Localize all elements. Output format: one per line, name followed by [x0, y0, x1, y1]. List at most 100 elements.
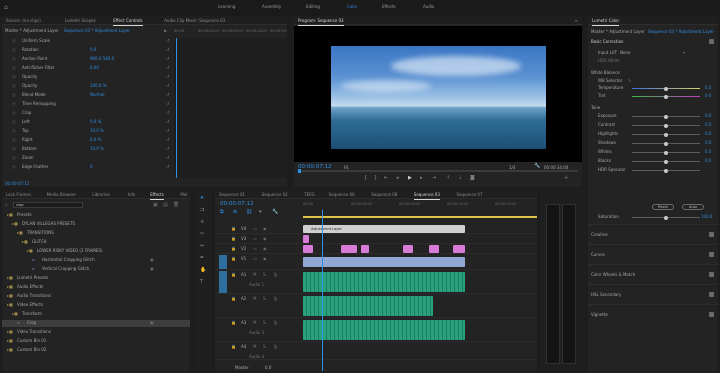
- razor-tool-icon[interactable]: ✂: [200, 232, 204, 237]
- reset-param-icon[interactable]: ↺: [166, 164, 169, 169]
- tone-slider[interactable]: [632, 114, 700, 119]
- track-lock-icon[interactable]: 🔒: [231, 296, 236, 301]
- reset-param-icon[interactable]: ↺: [166, 119, 169, 124]
- lumetri-section[interactable]: HSL Secondary: [588, 284, 718, 304]
- reset-param-icon[interactable]: ↺: [166, 38, 169, 43]
- effects-list-item[interactable]: ▸■ Transform: [2, 311, 190, 318]
- track-target[interactable]: [219, 271, 227, 293]
- video-clip[interactable]: [361, 245, 369, 253]
- track-target[interactable]: [219, 225, 227, 233]
- tone-value[interactable]: 0.0: [705, 131, 711, 136]
- timeline-tab[interactable]: TERS: [304, 192, 314, 197]
- tone-knob[interactable]: [664, 123, 668, 128]
- stopwatch-icon[interactable]: ◷: [12, 56, 16, 61]
- mark-out-icon[interactable]: }: [374, 176, 377, 181]
- step-forward-icon[interactable]: ▸: [420, 176, 423, 181]
- stopwatch-icon[interactable]: ◷: [12, 128, 16, 133]
- effects-list-item[interactable]: ▸■ Lumetri Presets: [2, 275, 190, 282]
- saturation-value[interactable]: 100.0: [701, 214, 712, 219]
- video-clip[interactable]: [303, 235, 309, 243]
- workspace-tab-learning[interactable]: Learning: [218, 4, 235, 9]
- ec-property-value[interactable]: 10.0 %: [90, 146, 104, 151]
- ec-property-value[interactable]: 0.0 %: [90, 119, 101, 124]
- effects-list-item[interactable]: ▸■ Audio Effects: [2, 284, 190, 291]
- effects-list-item[interactable]: ▸■ DYLAN VILLEGAS PRESETS: [2, 221, 190, 228]
- effects-list-item[interactable]: ▸■ Custom Bin 01: [2, 338, 190, 345]
- lift-icon[interactable]: ⇡: [446, 176, 450, 181]
- stopwatch-icon[interactable]: ◷: [12, 47, 16, 52]
- track-sync-icon[interactable]: ▭: [253, 246, 257, 251]
- white-balance-header[interactable]: White Balance: [588, 70, 718, 77]
- wrench-icon[interactable]: 🔧: [534, 164, 540, 169]
- lumetri-seq[interactable]: Sequence 03 * Adjustment Layer: [648, 29, 714, 34]
- track-lock-icon[interactable]: 🔒: [231, 344, 236, 349]
- audio-clip[interactable]: [303, 320, 465, 340]
- ec-property-value[interactable]: 0: [90, 164, 93, 169]
- new-bin-icon[interactable]: ▣: [153, 202, 158, 208]
- track-lock-icon[interactable]: 🔒: [231, 320, 236, 325]
- section-enable-checkbox[interactable]: [709, 272, 714, 277]
- reset-button[interactable]: Reset: [652, 204, 674, 210]
- video-clip[interactable]: [341, 245, 357, 253]
- reset-param-icon[interactable]: ↺: [166, 92, 169, 97]
- ec-keyframe-area[interactable]: [174, 38, 287, 178]
- section-enable-checkbox[interactable]: [709, 232, 714, 237]
- tint-slider[interactable]: [632, 94, 700, 99]
- lumetri-section[interactable]: Vignette: [588, 304, 718, 324]
- video-clip[interactable]: [303, 257, 465, 267]
- reset-param-icon[interactable]: ↺: [166, 83, 169, 88]
- stopwatch-icon[interactable]: ◷: [12, 92, 16, 97]
- basic-enable-checkbox[interactable]: [709, 39, 714, 44]
- reset-param-icon[interactable]: ↺: [166, 65, 169, 70]
- tone-slider[interactable]: [632, 159, 700, 164]
- tone-slider[interactable]: [632, 132, 700, 137]
- delete-icon[interactable]: 🗑: [173, 202, 179, 208]
- section-enable-checkbox[interactable]: [709, 312, 714, 317]
- track-sync-icon[interactable]: ▭: [253, 236, 257, 241]
- program-menu-icon[interactable]: ≡: [575, 18, 578, 23]
- stopwatch-icon[interactable]: ◷: [12, 137, 16, 142]
- reset-param-icon[interactable]: ↺: [166, 56, 169, 61]
- tone-value[interactable]: 0.0: [705, 140, 711, 145]
- reset-param-icon[interactable]: ↺: [166, 101, 169, 106]
- master-track-value[interactable]: 0.0: [265, 365, 271, 370]
- hand-tool-icon[interactable]: ✋: [200, 268, 206, 273]
- chevron-down-icon[interactable]: ▾: [683, 50, 685, 55]
- reset-param-icon[interactable]: ↺: [166, 128, 169, 133]
- reset-param-icon[interactable]: ↺: [166, 146, 169, 151]
- effects-list-item[interactable]: ▸■ Custom Bin 02: [2, 347, 190, 354]
- eyedropper-icon[interactable]: ✎: [628, 78, 631, 83]
- project-tab[interactable]: Mar: [180, 192, 188, 197]
- tone-knob[interactable]: [664, 141, 668, 146]
- ec-play-icon[interactable]: ▶: [164, 28, 167, 33]
- track-select-icon[interactable]: ⇉: [200, 208, 204, 213]
- workspace-tab-assembly[interactable]: Assembly: [262, 4, 281, 9]
- home-icon[interactable]: ⌂: [4, 4, 8, 11]
- effects-list-item[interactable]: ▸■ Video Effects: [2, 302, 190, 309]
- tone-slider[interactable]: [632, 150, 700, 155]
- stopwatch-icon[interactable]: ◷: [12, 83, 16, 88]
- stopwatch-icon[interactable]: ◷: [12, 101, 16, 106]
- snap-icon[interactable]: ⋒: [233, 210, 237, 215]
- effects-list-item[interactable]: ▫ Vertical Cropping Glitch ▣: [2, 266, 190, 273]
- tone-slider[interactable]: [632, 168, 700, 173]
- timeline-timecode[interactable]: 00:00:07:12: [220, 201, 254, 207]
- track-toggle-icon[interactable]: S: [263, 296, 266, 301]
- mark-in-icon[interactable]: {: [364, 176, 367, 181]
- stopwatch-icon[interactable]: ◷: [12, 74, 16, 79]
- track-toggle-icon[interactable]: ◉: [263, 236, 267, 241]
- reset-param-icon[interactable]: ↺: [166, 137, 169, 142]
- track-lock-icon[interactable]: 🔒: [231, 246, 236, 251]
- timeline-tab[interactable]: Sequence 08: [371, 192, 397, 197]
- track-mic-icon[interactable]: 🎙: [273, 272, 278, 277]
- effects-search-input[interactable]: [13, 202, 83, 208]
- timeline-tab[interactable]: Sequence 01: [219, 192, 245, 197]
- effects-list-item[interactable]: ▸■ TRANSITIONS: [2, 230, 190, 237]
- basic-correction-header[interactable]: Basic Correction: [588, 39, 718, 46]
- stopwatch-icon[interactable]: ◷: [12, 38, 16, 43]
- stopwatch-icon[interactable]: ◷: [12, 164, 16, 169]
- track-toggle-icon[interactable]: S: [263, 344, 266, 349]
- stopwatch-icon[interactable]: ◷: [12, 155, 16, 160]
- effects-list-item[interactable]: ▸■ Presets: [2, 212, 190, 219]
- stopwatch-icon[interactable]: ◷: [12, 146, 16, 151]
